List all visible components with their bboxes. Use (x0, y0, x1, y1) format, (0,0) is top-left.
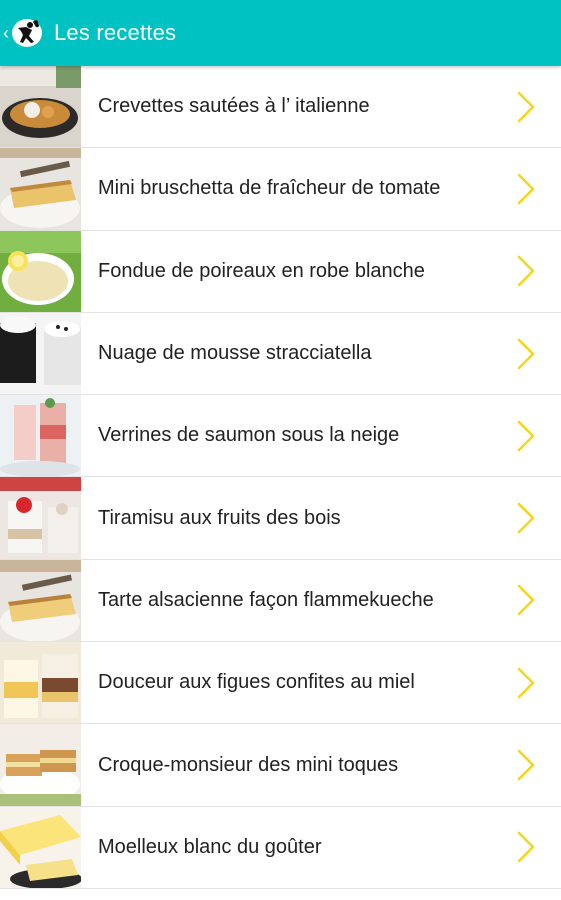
recipe-list-item[interactable]: Verrines de saumon sous la neige (0, 395, 561, 478)
mousse-thumbnail (0, 312, 81, 395)
page-title: Les recettes (54, 20, 177, 45)
leek-fondue-thumbnail (0, 230, 81, 312)
bruschetta-thumbnail (0, 148, 81, 230)
recipe-title: Moelleux blanc du goûter (98, 835, 322, 858)
recipe-list-item[interactable]: Nuage de mousse stracciatella (0, 312, 561, 396)
recipe-list-item[interactable]: Crevettes sautées à l’ italienne (0, 66, 561, 149)
fig-dessert-thumbnail (0, 642, 81, 724)
recipe-list: Crevettes sautées à l’ italienne Mini bru… (0, 66, 561, 900)
tiramisu-thumbnail (0, 477, 81, 559)
recipe-title: Verrines de saumon sous la neige (98, 424, 400, 447)
chevron-right-icon (515, 337, 537, 371)
chevron-right-icon (515, 419, 537, 453)
chevron-right-icon (515, 666, 537, 700)
chevron-right-icon (515, 748, 537, 782)
recipe-title: Tarte alsacienne façon flammekueche (98, 588, 434, 611)
recipe-title: Nuage de mousse stracciatella (98, 342, 372, 365)
recipe-list-item[interactable]: Moelleux blanc du goûter (0, 806, 561, 889)
chevron-right-icon (515, 830, 537, 864)
recipe-list-item[interactable]: Croque-monsieur des mini toques (0, 724, 561, 807)
recipe-title: Crevettes sautées à l’ italienne (98, 95, 370, 118)
chevron-right-icon (515, 172, 537, 206)
chevron-right-icon (515, 90, 537, 124)
flammekueche-thumbnail (0, 559, 81, 642)
app-bar: ‹ Les recettes (0, 0, 561, 66)
recipe-title: Croque-monsieur des mini toques (98, 753, 399, 776)
recipe-list-item[interactable]: Fondue de poireaux en robe blanche (0, 230, 561, 313)
chevron-right-icon (515, 501, 537, 535)
recipe-list-item[interactable]: Mini bruschetta de fraîcheur de tomate (0, 148, 561, 231)
recipe-list-item[interactable]: Tiramisu aux fruits des bois (0, 477, 561, 560)
back-button[interactable]: ‹ (0, 0, 44, 66)
chevron-right-icon (515, 254, 537, 288)
chevron-left-icon: ‹ (3, 23, 9, 43)
salmon-verrine-thumbnail (0, 395, 81, 477)
recipe-title: Mini bruschetta de fraîcheur de tomate (98, 177, 441, 200)
recipe-title: Fondue de poireaux en robe blanche (98, 259, 425, 282)
chevron-right-icon (515, 583, 537, 617)
recipe-list-item[interactable]: Douceur aux figues confites au miel (0, 642, 561, 725)
recipe-title: Tiramisu aux fruits des bois (98, 506, 341, 529)
chef-logo-icon (10, 16, 44, 50)
recipe-title: Douceur aux figues confites au miel (98, 671, 415, 694)
white-cake-thumbnail (0, 806, 81, 888)
croque-monsieur-thumbnail (0, 724, 81, 806)
recipe-list-item[interactable]: Tarte alsacienne façon flammekueche (0, 559, 561, 643)
app-screen: ‹ Les recettes Crevettes sautées à l’ it… (0, 0, 561, 900)
shrimp-dish-thumbnail (0, 66, 81, 148)
